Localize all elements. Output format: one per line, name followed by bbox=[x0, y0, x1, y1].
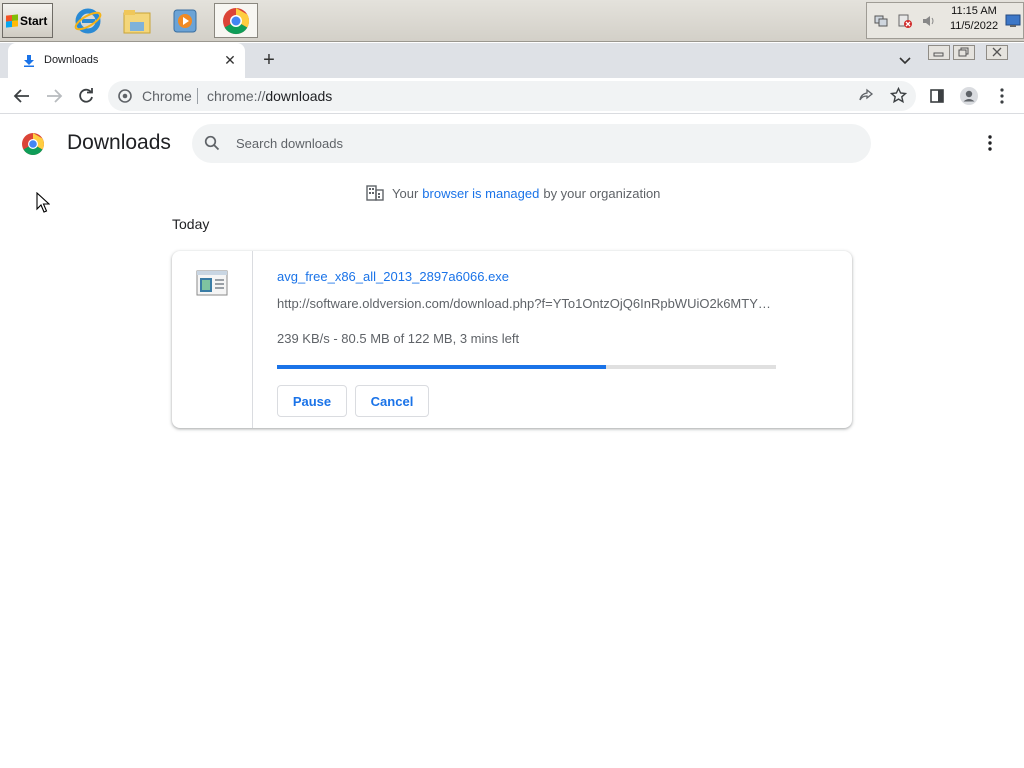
managed-link[interactable]: browser is managed bbox=[422, 186, 539, 201]
vertical-dots-icon bbox=[988, 135, 992, 151]
cancel-button[interactable]: Cancel bbox=[355, 385, 429, 417]
windows-logo-icon bbox=[6, 13, 18, 28]
download-progress-fill bbox=[277, 365, 607, 369]
show-desktop-icon[interactable] bbox=[1005, 14, 1021, 28]
download-progress-bar bbox=[277, 365, 776, 369]
search-input[interactable] bbox=[236, 124, 856, 163]
start-label: Start bbox=[20, 13, 48, 28]
network-icon[interactable] bbox=[874, 14, 888, 28]
reload-button[interactable] bbox=[75, 85, 97, 107]
media-player-icon bbox=[173, 9, 197, 32]
clock-date: 11/5/2022 bbox=[949, 20, 999, 32]
back-arrow-icon bbox=[13, 89, 29, 103]
mouse-cursor-icon bbox=[36, 192, 50, 213]
clock-time: 11:15 AM bbox=[951, 5, 997, 17]
url-path: downloads bbox=[265, 88, 333, 104]
side-panel-button[interactable] bbox=[927, 86, 947, 106]
side-panel-icon bbox=[930, 89, 944, 103]
back-button[interactable] bbox=[11, 85, 33, 107]
download-item-card: avg_free_x86_all_2013_2897a6066.exe http… bbox=[172, 251, 852, 428]
exe-file-icon bbox=[196, 270, 228, 296]
tab-close-icon[interactable]: ✕ bbox=[222, 52, 238, 68]
address-bar[interactable]: Chrome chrome://downloads bbox=[108, 81, 916, 111]
close-icon bbox=[992, 47, 1002, 57]
url-scheme: chrome:// bbox=[207, 88, 266, 104]
url-text: chrome://downloads bbox=[207, 88, 332, 104]
date-section-heading: Today bbox=[172, 216, 210, 232]
tab-downloads[interactable]: Downloads ✕ bbox=[8, 43, 245, 78]
taskbar-clock[interactable]: 11:15 AM 11/5/2022 bbox=[944, 4, 1004, 34]
close-window-button[interactable] bbox=[986, 45, 1008, 60]
restore-icon bbox=[958, 47, 969, 57]
more-actions-button[interactable] bbox=[980, 132, 1000, 154]
forward-arrow-icon bbox=[47, 89, 63, 103]
chrome-chip-icon bbox=[118, 89, 132, 103]
minimize-button[interactable] bbox=[928, 45, 950, 60]
download-file-name-link[interactable]: avg_free_x86_all_2013_2897a6066.exe bbox=[277, 269, 509, 284]
download-source-url[interactable]: http://software.oldversion.com/download.… bbox=[277, 296, 777, 311]
managed-suffix: by your organization bbox=[543, 185, 661, 201]
restore-button[interactable] bbox=[953, 45, 975, 60]
omnibox-separator bbox=[197, 88, 198, 104]
start-button[interactable]: Start bbox=[2, 3, 53, 38]
tab-title: Downloads bbox=[44, 54, 99, 66]
forward-button[interactable] bbox=[43, 85, 65, 107]
taskbar-file-explorer[interactable] bbox=[115, 3, 159, 38]
chrome-logo-icon bbox=[22, 133, 44, 155]
share-icon[interactable] bbox=[858, 88, 874, 104]
downloads-header: Downloads bbox=[0, 115, 1024, 171]
bookmark-star-icon[interactable] bbox=[890, 87, 907, 104]
download-icon bbox=[24, 55, 34, 67]
minimize-icon bbox=[933, 52, 944, 57]
managed-notice: Your browser is managed by your organiza… bbox=[366, 184, 660, 202]
search-icon bbox=[204, 135, 220, 151]
download-status-text: 239 KB/s - 80.5 MB of 122 MB, 3 mins lef… bbox=[277, 331, 520, 346]
taskbar: Start 11:15 AM 11/5/2022 bbox=[0, 0, 1024, 42]
security-alert-icon[interactable] bbox=[898, 14, 912, 28]
taskbar-chrome[interactable] bbox=[214, 3, 258, 38]
managed-prefix: Your bbox=[392, 185, 419, 201]
taskbar-media-player[interactable] bbox=[163, 3, 207, 38]
page-title: Downloads bbox=[67, 131, 171, 154]
browser-toolbar: Chrome chrome://downloads bbox=[0, 78, 1024, 114]
pause-button[interactable]: Pause bbox=[277, 385, 347, 417]
volume-icon[interactable] bbox=[921, 14, 935, 28]
building-icon bbox=[366, 185, 384, 201]
reload-icon bbox=[79, 88, 93, 103]
profile-avatar-icon bbox=[960, 87, 978, 105]
omnibox-chip-label: Chrome bbox=[142, 88, 192, 104]
chrome-menu-button[interactable] bbox=[992, 86, 1012, 106]
folder-icon bbox=[123, 9, 151, 33]
taskbar-internet-explorer[interactable] bbox=[66, 3, 110, 38]
new-tab-button[interactable]: + bbox=[258, 50, 280, 72]
tab-strip: Downloads ✕ + bbox=[0, 43, 1024, 78]
vertical-dots-icon bbox=[1000, 88, 1004, 104]
profile-button[interactable] bbox=[959, 86, 979, 106]
tab-search-chevron-icon[interactable] bbox=[896, 53, 914, 69]
chrome-icon bbox=[223, 7, 250, 34]
internet-explorer-icon bbox=[74, 8, 102, 33]
search-downloads-box[interactable] bbox=[192, 124, 871, 163]
file-icon-column bbox=[172, 251, 253, 428]
